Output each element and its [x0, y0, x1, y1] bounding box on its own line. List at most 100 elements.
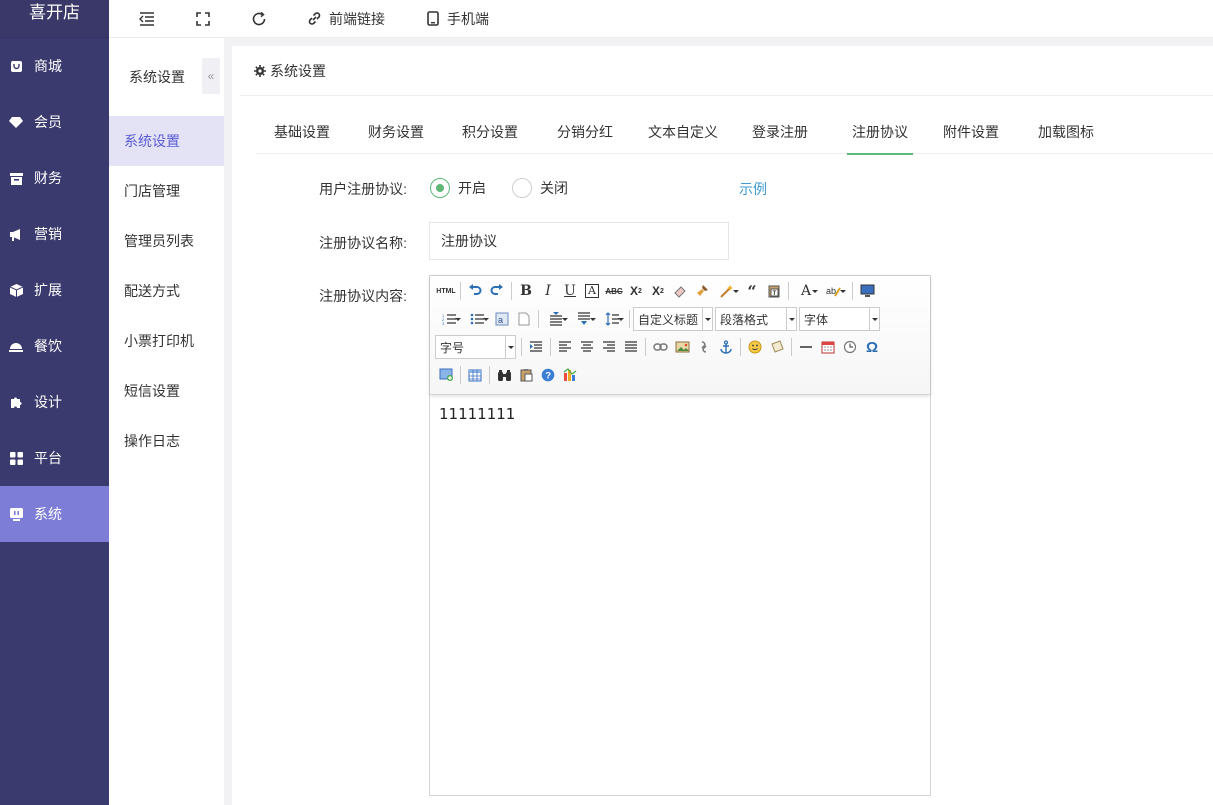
row-spacing-bottom-button[interactable] — [570, 308, 598, 330]
scrawl-button[interactable] — [766, 336, 788, 358]
blank-page-icon — [518, 312, 530, 326]
custom-title-select[interactable]: 自定义标题 — [633, 307, 713, 331]
underline-button[interactable]: U — [559, 280, 581, 302]
insert-time-button[interactable] — [839, 336, 861, 358]
italic-button[interactable]: I — [537, 280, 559, 302]
insert-link-button[interactable] — [649, 336, 671, 358]
align-left-button[interactable] — [554, 336, 576, 358]
sidebar-item-extend[interactable]: 扩展 — [0, 262, 109, 318]
insert-frame-button[interactable] — [435, 364, 457, 386]
double-chevron-left-icon: « — [207, 69, 215, 83]
monitor-preview-icon — [860, 284, 874, 297]
sidebar-item-member[interactable]: 会员 — [0, 94, 109, 150]
unlink-button[interactable] — [693, 336, 715, 358]
sidebar-item-store[interactable]: 商城 — [0, 38, 109, 94]
help-button[interactable]: ? — [537, 364, 559, 386]
subscript-button[interactable]: X2 — [647, 280, 669, 302]
unordered-list-button[interactable] — [463, 308, 491, 330]
paste-plain-button[interactable]: T — [763, 280, 785, 302]
frontend-link-button[interactable]: 前端链接 — [307, 9, 385, 29]
radio-disable[interactable]: 关闭 — [512, 178, 568, 198]
sidebar-item-design[interactable]: 设计 — [0, 374, 109, 430]
align-left-icon — [559, 341, 571, 352]
sidebar-item-label: 平台 — [34, 450, 62, 466]
anchor-button[interactable] — [715, 336, 737, 358]
menu-toggle-button[interactable] — [139, 11, 155, 26]
subnav-item-printer[interactable]: 小票打印机 — [109, 316, 224, 366]
tab-basic[interactable]: 基础设置 — [274, 102, 330, 154]
horizontal-rule-button[interactable] — [795, 336, 817, 358]
sidebar-item-dining[interactable]: 餐饮 — [0, 318, 109, 374]
insert-date-button[interactable] — [817, 336, 839, 358]
font-size-value: 字号 — [440, 340, 465, 355]
ordered-list-button[interactable]: 123 — [435, 308, 463, 330]
refresh-button[interactable] — [251, 11, 267, 27]
text-direction-button[interactable] — [525, 336, 547, 358]
sidebar-item-finance[interactable]: 财务 — [0, 150, 109, 206]
sidebar-item-system[interactable]: 系统 — [0, 486, 109, 542]
align-center-button[interactable] — [576, 336, 598, 358]
monitor-icon — [9, 507, 23, 521]
font-family-select[interactable]: 字体 — [799, 307, 880, 331]
auto-format-button[interactable] — [713, 280, 741, 302]
emotion-button[interactable] — [744, 336, 766, 358]
font-color-button[interactable]: A — [792, 280, 820, 302]
strikethrough-button[interactable]: ABC — [603, 280, 625, 302]
insert-image-button[interactable] — [671, 336, 693, 358]
background-color-button[interactable]: ab — [820, 280, 848, 302]
superscript-button[interactable]: X2 — [625, 280, 647, 302]
subnav-item-system-settings[interactable]: 系统设置 — [109, 116, 224, 166]
subnav-item-sms[interactable]: 短信设置 — [109, 366, 224, 416]
tab-finance[interactable]: 财务设置 — [368, 102, 424, 154]
sidebar-item-marketing[interactable]: 营销 — [0, 206, 109, 262]
tab-login-register[interactable]: 登录注册 — [752, 102, 808, 154]
bordered-a-icon: A — [585, 284, 599, 298]
font-size-select[interactable]: 字号 — [435, 335, 516, 359]
font-border-button[interactable]: A — [581, 280, 603, 302]
paste-word-button[interactable] — [515, 364, 537, 386]
svg-text:ab: ab — [826, 286, 836, 296]
paragraph-format-select[interactable]: 段落格式 — [715, 307, 797, 331]
bold-button[interactable]: B — [515, 280, 537, 302]
preview-button[interactable] — [856, 280, 878, 302]
toolbar-row-1: HTML B I U A ABC X2 X2 “ T A ab — [435, 279, 878, 303]
tab-points[interactable]: 积分设置 — [462, 102, 518, 154]
tab-text-custom[interactable]: 文本自定义 — [648, 102, 718, 154]
fullscreen-button[interactable] — [196, 11, 210, 26]
redo-button[interactable] — [486, 280, 508, 302]
subnav-item-admin-list[interactable]: 管理员列表 — [109, 216, 224, 266]
align-right-button[interactable] — [598, 336, 620, 358]
eraser-button[interactable] — [669, 280, 691, 302]
tab-attachment[interactable]: 附件设置 — [943, 102, 999, 154]
tab-distribution[interactable]: 分销分红 — [557, 102, 613, 154]
subnav-item-operation-log[interactable]: 操作日志 — [109, 416, 224, 466]
example-link[interactable]: 示例 — [739, 179, 767, 199]
subnav-item-store-management[interactable]: 门店管理 — [109, 166, 224, 216]
editor-content-area[interactable]: 11111111 — [430, 395, 930, 433]
panel-header: 系统设置 — [240, 46, 1213, 96]
align-justify-button[interactable] — [620, 336, 642, 358]
sidebar-item-platform[interactable]: 平台 — [0, 430, 109, 486]
chevron-down-icon — [505, 336, 515, 358]
mobile-button[interactable]: 手机端 — [427, 9, 489, 29]
align-justify-icon — [625, 341, 637, 352]
chart-button[interactable] — [559, 364, 581, 386]
radio-enable[interactable]: 开启 — [430, 178, 486, 198]
search-replace-button[interactable] — [493, 364, 515, 386]
tab-loading-icon[interactable]: 加载图标 — [1038, 102, 1094, 154]
row-spacing-top-button[interactable] — [542, 308, 570, 330]
subnav-item-delivery[interactable]: 配送方式 — [109, 266, 224, 316]
blockquote-button[interactable]: “ — [741, 280, 763, 302]
insert-table-button[interactable] — [464, 364, 486, 386]
collapse-button[interactable]: « — [202, 58, 220, 94]
html-source-button[interactable]: HTML — [435, 280, 457, 302]
format-brush-button[interactable] — [691, 280, 713, 302]
agreement-name-input[interactable] — [429, 222, 729, 260]
clear-doc-button[interactable] — [513, 308, 535, 330]
grid-icon — [9, 451, 23, 465]
undo-button[interactable] — [464, 280, 486, 302]
insert-code-button[interactable]: a — [491, 308, 513, 330]
tab-register-agreement[interactable]: 注册协议 — [847, 102, 913, 155]
special-chars-button[interactable]: Ω — [861, 336, 883, 358]
line-height-button[interactable] — [598, 308, 626, 330]
